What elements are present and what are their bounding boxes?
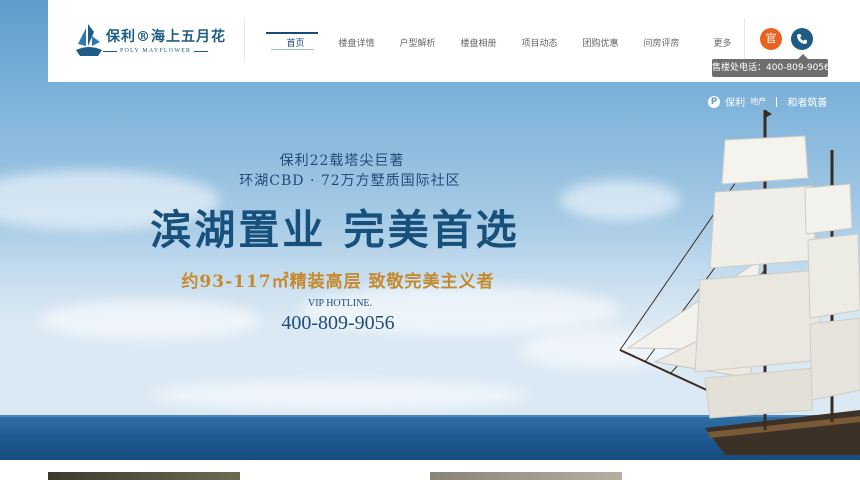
- mayflower-logo-icon: [76, 24, 102, 56]
- hero-headline: 滨湖置业 完美首选: [150, 206, 520, 254]
- main-nav: 首页 楼盘详情 户型解析 楼盘相册 项目动态 团购优惠 问房评房 更多: [265, 0, 753, 82]
- brand-estate-label: 地产: [750, 97, 767, 106]
- nav-item-floor-plans[interactable]: 户型解析: [387, 0, 448, 82]
- logo-name-en: POLY MAYFLOWER: [102, 48, 209, 54]
- nav-item-qa-reviews[interactable]: 问房评房: [631, 0, 692, 82]
- sales-phone-tooltip: 售楼处电话：400-809-9056: [712, 59, 830, 77]
- official-site-button[interactable]: 官: [760, 28, 782, 50]
- nav-item-property-details[interactable]: 楼盘详情: [326, 0, 387, 82]
- nav-item-home[interactable]: 首页: [265, 0, 326, 82]
- hero-tagline-2: 环湖CBD · 72万方墅质国际社区: [239, 173, 461, 189]
- nav-item-group-discount[interactable]: 团购优惠: [570, 0, 631, 82]
- phone-icon: [797, 34, 807, 44]
- sailing-ship-image: [619, 110, 860, 455]
- brand-poly-label: 保利: [725, 98, 746, 109]
- header-divider: [244, 18, 245, 62]
- poly-brand-logo: P 保利 地产 和者筑善: [708, 91, 828, 109]
- nav-item-photo-album[interactable]: 楼盘相册: [448, 0, 509, 82]
- hero-subline: 约93-117㎡精装高层 致敬完美主义者: [181, 272, 495, 292]
- nav-item-project-news[interactable]: 项目动态: [509, 0, 570, 82]
- cloud: [150, 380, 530, 410]
- vip-hotline-number: 400-809-9056: [281, 312, 395, 334]
- brand-slogan: 和者筑善: [787, 98, 828, 109]
- vip-hotline-label: VIP HOTLINE.: [307, 298, 373, 309]
- thumbnail-image[interactable]: [48, 472, 240, 480]
- hero-tagline-1: 保利22载塔尖巨著: [279, 153, 405, 169]
- poly-p-icon: P: [708, 95, 720, 108]
- site-logo[interactable]: 保利®海上五月花 POLY MAYFLOWER: [74, 20, 226, 62]
- brand-divider: [776, 96, 778, 107]
- logo-name-cn: 保利®海上五月花: [106, 29, 226, 45]
- phone-button[interactable]: [791, 28, 813, 50]
- nav-action-divider: [744, 18, 745, 62]
- thumbnail-image[interactable]: [430, 472, 622, 480]
